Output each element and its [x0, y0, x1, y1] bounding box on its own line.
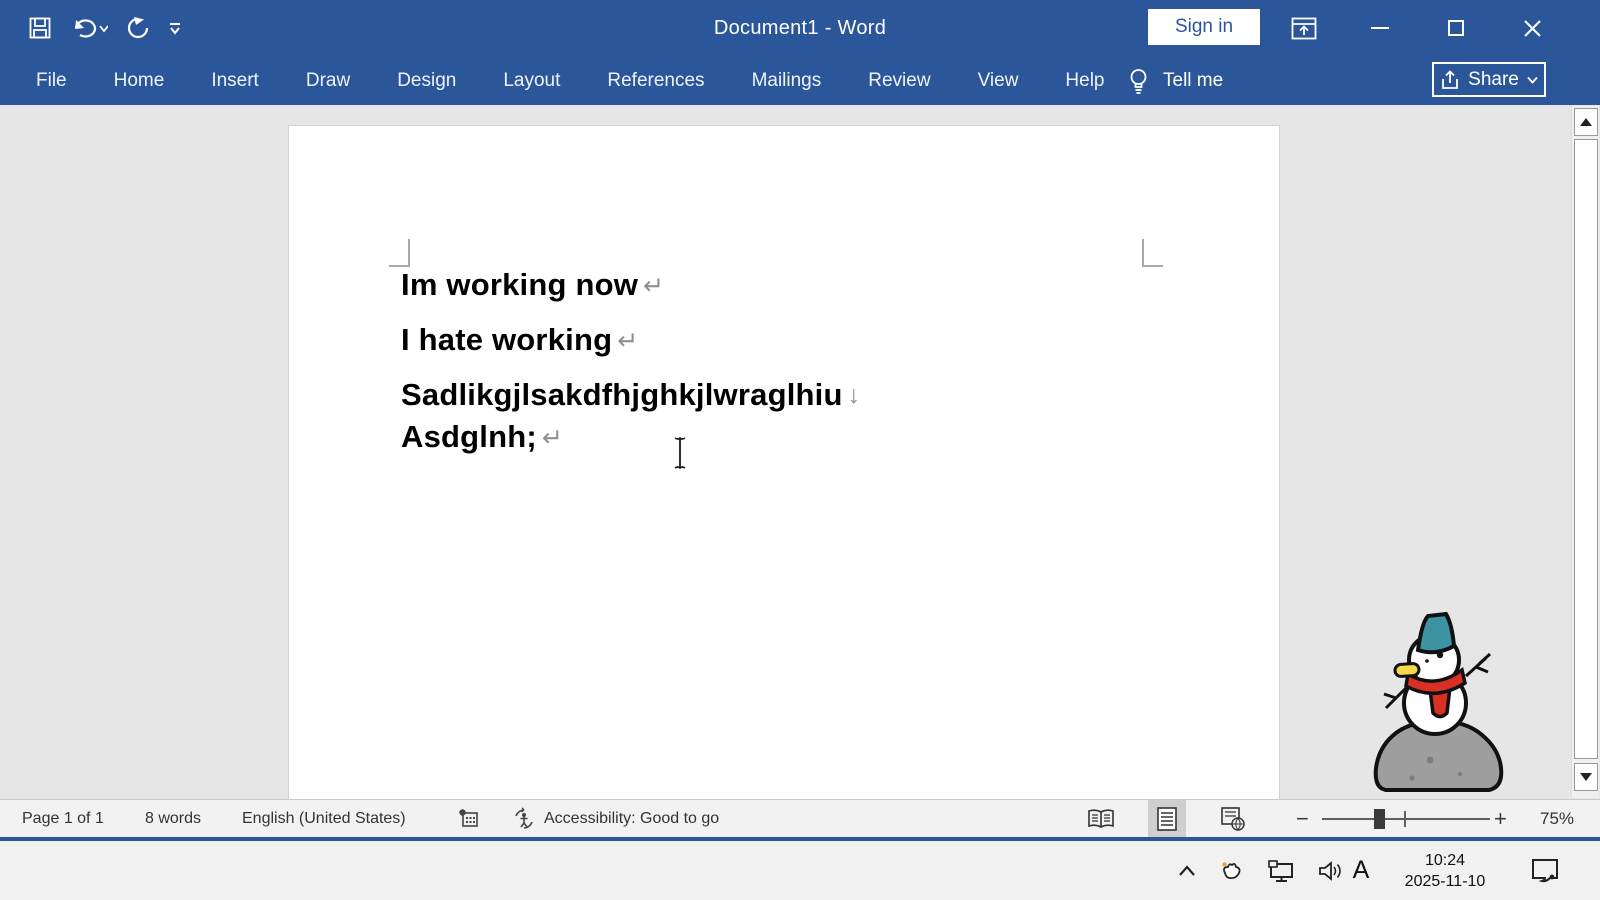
scrollbar-thumb[interactable] [1574, 139, 1598, 759]
ribbon-tabs: File Home Insert Draw Design Layout Refe… [26, 56, 1115, 105]
tray-expand-button[interactable] [1178, 865, 1196, 877]
speaker-icon [1318, 860, 1344, 882]
zoom-slider-thumb[interactable] [1374, 809, 1385, 829]
doc-line-3: Sadlikgjlsakdfhjghkjlwraglhiu ↓ [401, 377, 860, 413]
doc-line-4: Asdglnh; ↵ [401, 419, 563, 455]
network-monitor-icon [1268, 860, 1294, 882]
accessibility-label: Accessibility: Good to go [544, 810, 719, 828]
tab-draw[interactable]: Draw [296, 70, 360, 92]
maximize-icon [1448, 20, 1464, 36]
maximize-button[interactable] [1424, 0, 1488, 56]
share-button[interactable]: Share [1432, 62, 1546, 97]
ribbon-display-options-button[interactable] [1272, 0, 1336, 56]
document-page[interactable]: Im working now ↵ I hate working ↵ Sadlik… [288, 125, 1280, 801]
read-mode-button[interactable] [1082, 800, 1120, 838]
title-bar: Document1 - Word Sign in [0, 0, 1600, 56]
scroll-up-button[interactable] [1574, 108, 1598, 136]
zoom-out-button[interactable]: − [1296, 800, 1309, 838]
minimize-icon [1371, 26, 1389, 30]
tell-me-control[interactable]: Tell me [1128, 56, 1223, 105]
doc-line-3-text: Sadlikgjlsakdfhjghkjlwraglhiu [401, 377, 843, 413]
read-mode-icon [1087, 809, 1115, 829]
margin-mark-right-v [1142, 239, 1144, 267]
scroll-down-button[interactable] [1574, 763, 1598, 791]
system-tray [1178, 841, 1344, 900]
touch-indicator[interactable] [1220, 860, 1244, 882]
paragraph-mark: ↵ [617, 326, 638, 356]
sign-in-button[interactable]: Sign in [1148, 9, 1260, 45]
volume-indicator[interactable] [1318, 860, 1344, 882]
undo-arrow-icon [70, 16, 108, 40]
clock-date: 2025-11-10 [1405, 871, 1486, 892]
zoom-slider-track[interactable] [1322, 818, 1490, 820]
paragraph-mark: ↵ [643, 271, 664, 301]
margin-mark-right [1143, 265, 1163, 267]
web-layout-icon [1221, 807, 1245, 831]
tab-references[interactable]: References [597, 70, 714, 92]
zoom-slider-center-tick [1404, 811, 1406, 827]
action-center-icon [1530, 858, 1560, 884]
proofing-indicator[interactable] [458, 800, 480, 838]
customize-quick-access-button[interactable] [168, 20, 182, 36]
accessibility-status[interactable]: Accessibility: Good to go [512, 800, 719, 838]
doc-line-1-text: Im working now [401, 267, 638, 303]
share-label: Share [1468, 69, 1519, 91]
share-icon [1440, 70, 1460, 90]
doc-line-2: I hate working ↵ [401, 322, 638, 358]
touch-glove-icon [1220, 860, 1244, 882]
document-canvas: Im working now ↵ I hate working ↵ Sadlik… [0, 105, 1600, 800]
chevron-up-icon [1178, 865, 1196, 877]
chevron-down-icon [1527, 76, 1538, 84]
print-layout-icon [1157, 807, 1177, 831]
ime-indicator[interactable]: A [1344, 841, 1378, 900]
tab-home[interactable]: Home [104, 70, 175, 92]
proofing-icon [458, 808, 480, 830]
print-layout-button[interactable] [1148, 800, 1186, 838]
save-button[interactable] [28, 16, 52, 40]
network-indicator[interactable] [1268, 860, 1294, 882]
zoom-in-button[interactable]: + [1494, 800, 1507, 838]
tab-review[interactable]: Review [858, 70, 940, 92]
lightbulb-icon [1128, 67, 1149, 95]
tab-insert[interactable]: Insert [201, 70, 269, 92]
triangle-up-icon [1580, 118, 1592, 126]
tab-mailings[interactable]: Mailings [742, 70, 832, 92]
floppy-save-icon [28, 16, 52, 40]
tab-layout[interactable]: Layout [493, 70, 570, 92]
tab-file[interactable]: File [26, 70, 77, 92]
close-button[interactable] [1500, 0, 1564, 56]
page-count[interactable]: Page 1 of 1 [22, 800, 104, 838]
taskbar-clock[interactable]: 10:24 2025-11-10 [1382, 841, 1508, 900]
snowman-sticker [1372, 610, 1504, 794]
clock-time: 10:24 [1425, 850, 1465, 871]
redo-button[interactable] [126, 16, 150, 40]
word-count[interactable]: 8 words [145, 800, 201, 838]
triangle-down-icon [1580, 773, 1592, 781]
action-center-button[interactable] [1530, 858, 1560, 884]
undo-button[interactable] [70, 16, 108, 40]
snowman-on-rock-image [1372, 610, 1504, 794]
customize-overflow-icon [168, 20, 182, 36]
doc-line-2-text: I hate working [401, 322, 612, 358]
doc-line-4-text: Asdglnh; [401, 419, 537, 455]
zoom-level[interactable]: 75% [1540, 800, 1574, 838]
language-indicator[interactable]: English (United States) [242, 800, 406, 838]
web-layout-button[interactable] [1214, 800, 1252, 838]
quick-access-toolbar [28, 10, 182, 46]
tab-view[interactable]: View [968, 70, 1029, 92]
close-icon [1524, 20, 1541, 37]
line-break-mark: ↓ [848, 381, 861, 410]
doc-line-1: Im working now ↵ [401, 267, 664, 303]
ibeam-cursor [671, 436, 689, 470]
accessibility-icon [512, 807, 536, 831]
margin-mark-left-v [408, 239, 410, 267]
redo-arrow-icon [126, 16, 150, 40]
tell-me-label: Tell me [1163, 70, 1223, 92]
tab-design[interactable]: Design [387, 70, 466, 92]
paragraph-mark: ↵ [542, 423, 563, 453]
minimize-button[interactable] [1348, 0, 1412, 56]
ribbon-display-options-icon [1291, 17, 1317, 40]
tab-help[interactable]: Help [1055, 70, 1114, 92]
